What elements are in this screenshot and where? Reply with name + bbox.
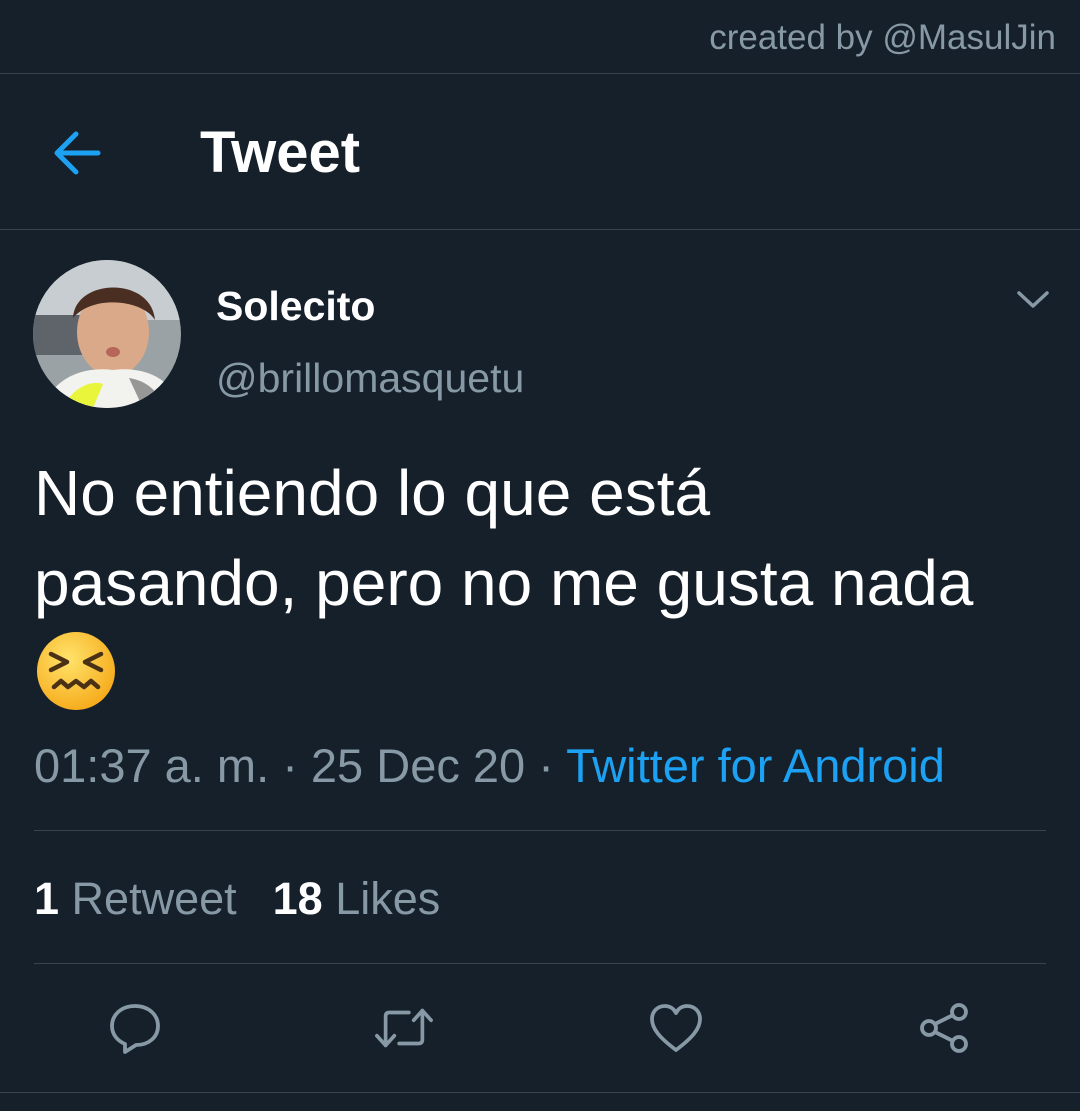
tweet-time: 01:37 a. m.: [34, 739, 270, 792]
retweets-stat[interactable]: 1 Retweet: [34, 873, 237, 924]
tweet-date: 25 Dec 20: [310, 739, 526, 792]
likes-count: 18: [272, 873, 323, 924]
share-button[interactable]: [915, 998, 975, 1058]
tweet-text-line: pasando, pero no me gusta nada: [34, 547, 974, 619]
user-handle[interactable]: @brillomasquetu: [216, 354, 524, 402]
app-header: Tweet: [0, 74, 1080, 230]
divider: [0, 1092, 1080, 1093]
tweet-stats: 1 Retweet 18 Likes: [34, 872, 440, 926]
tweet-source-link[interactable]: Twitter for Android: [566, 739, 945, 792]
meta-separator: ·: [269, 739, 311, 792]
likes-label: Likes: [335, 873, 441, 924]
avatar-photo: [33, 260, 181, 408]
retweet-icon: [375, 1008, 433, 1048]
confounded-face-emoji: [35, 630, 117, 712]
likes-stat[interactable]: 18 Likes: [273, 873, 441, 924]
divider: [34, 830, 1046, 831]
arrow-left-icon: [54, 131, 101, 175]
retweets-count: 1: [34, 873, 60, 924]
heart-icon: [650, 1004, 702, 1052]
credit-watermark: created by @MasulJin: [709, 18, 1056, 57]
reply-button[interactable]: [105, 998, 165, 1058]
more-options-button[interactable]: [1008, 280, 1058, 320]
back-button[interactable]: [48, 124, 106, 182]
page-title: Tweet: [200, 120, 361, 185]
like-button[interactable]: [646, 998, 706, 1058]
avatar[interactable]: [33, 260, 181, 408]
tweet-meta: 01:37 a. m. · 25 Dec 20 · Twitter for An…: [34, 736, 945, 796]
tweet-text-line: No entiendo lo que está: [34, 457, 711, 529]
meta-separator: ·: [525, 739, 567, 792]
chevron-down-icon: [1017, 291, 1049, 308]
retweets-label: Retweet: [71, 873, 237, 924]
reply-icon: [110, 1004, 160, 1054]
divider: [34, 963, 1046, 964]
share-icon: [920, 1003, 968, 1053]
tweet-text: No entiendo lo que está pasando, pero no…: [34, 448, 1064, 628]
display-name[interactable]: Solecito: [216, 282, 375, 330]
credit-bar: created by @MasulJin: [0, 0, 1080, 74]
retweet-button[interactable]: [374, 998, 434, 1058]
